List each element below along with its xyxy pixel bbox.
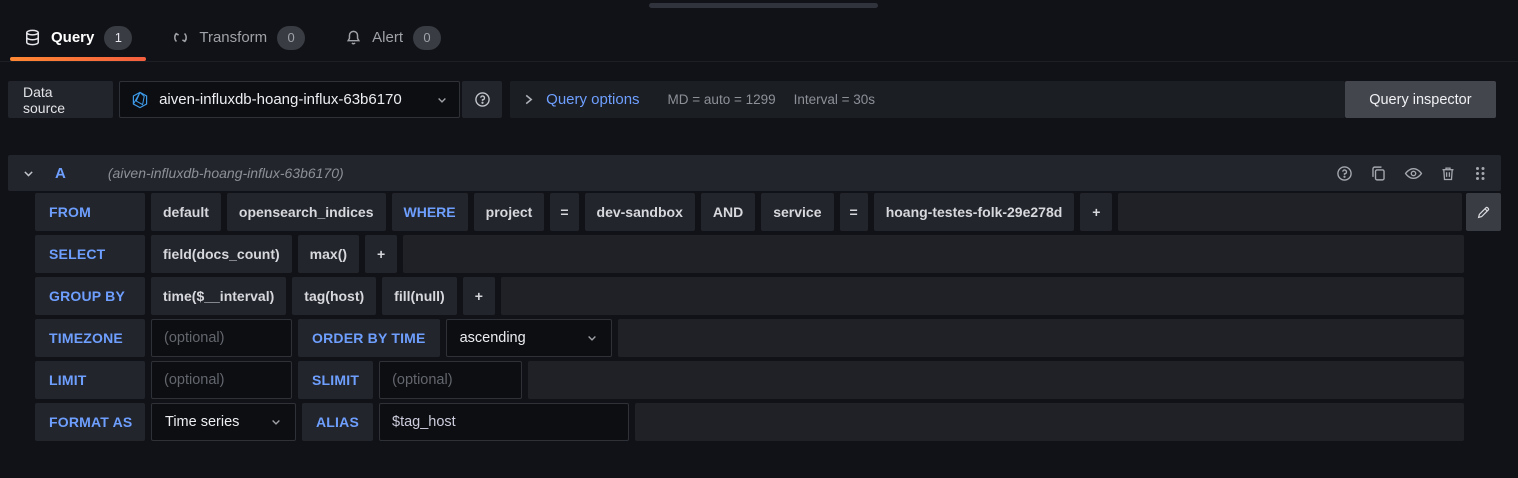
where-tag-key-1[interactable]: project: [474, 193, 545, 231]
query-help-icon[interactable]: [1336, 165, 1353, 182]
group-by-add-button[interactable]: +: [463, 277, 495, 315]
chevron-down-icon: [270, 416, 282, 428]
query-options-bar[interactable]: Query options MD = auto = 1299 Interval …: [510, 81, 1345, 118]
tab-alert-label: Alert: [372, 29, 403, 46]
tab-alert[interactable]: Alert 0: [331, 14, 455, 61]
limit-keyword: LIMIT: [35, 361, 145, 399]
limit-input[interactable]: [151, 361, 292, 399]
query-inspector-button[interactable]: Query inspector: [1345, 81, 1496, 118]
format-as-select[interactable]: Time series: [151, 403, 296, 441]
format-as-keyword: FORMAT AS: [35, 403, 145, 441]
row-filler: [501, 277, 1464, 315]
database-icon: [24, 29, 41, 46]
tab-transform-count: 0: [277, 26, 305, 50]
group-by-keyword: GROUP BY: [35, 277, 145, 315]
datasource-help-button[interactable]: [462, 81, 502, 118]
timezone-keyword: TIMEZONE: [35, 319, 145, 357]
active-tab-underline: [10, 57, 146, 61]
influxql-query-builder: FROM default opensearch_indices WHERE pr…: [35, 193, 1501, 445]
drag-grip-icon[interactable]: [1473, 165, 1487, 182]
timezone-input[interactable]: [151, 319, 292, 357]
where-tag-value-2[interactable]: hoang-testes-folk-29e278d: [874, 193, 1075, 231]
datasource-label: Data source: [8, 81, 113, 118]
toggle-text-edit-mode-button[interactable]: [1466, 193, 1501, 231]
datasource-picker-value: aiven-influxdb-hoang-influx-63b6170: [159, 91, 402, 108]
row-filler: [528, 361, 1464, 399]
query-header[interactable]: A (aiven-influxdb-hoang-influx-63b6170): [8, 155, 1501, 191]
pencil-icon: [1476, 205, 1491, 220]
group-by-time-segment[interactable]: time($__interval): [151, 277, 286, 315]
max-data-points-value: MD = auto = 1299: [668, 92, 776, 107]
chevron-down-icon: [586, 332, 598, 344]
editor-tabbar: Query 1 Transform 0: [0, 0, 1518, 62]
interval-value: Interval = 30s: [794, 92, 875, 107]
bell-icon: [345, 29, 362, 46]
where-operator-2[interactable]: =: [840, 193, 868, 231]
tab-transform-label: Transform: [199, 29, 267, 46]
where-keyword: WHERE: [392, 193, 468, 231]
duplicate-query-icon[interactable]: [1370, 165, 1387, 182]
order-by-time-select[interactable]: ascending: [446, 319, 612, 357]
format-as-value: Time series: [165, 414, 239, 430]
order-by-time-keyword: ORDER BY TIME: [298, 319, 440, 357]
group-by-fill-segment[interactable]: fill(null): [382, 277, 457, 315]
process-arrows-icon: [172, 29, 189, 46]
where-tag-key-2[interactable]: service: [761, 193, 833, 231]
row-filler: [1118, 193, 1462, 231]
where-tag-value-1[interactable]: dev-sandbox: [585, 193, 695, 231]
from-row: FROM default opensearch_indices WHERE pr…: [35, 193, 1501, 231]
where-operator-1[interactable]: =: [550, 193, 578, 231]
datasource-picker[interactable]: aiven-influxdb-hoang-influx-63b6170: [119, 81, 460, 118]
retention-policy-segment[interactable]: default: [151, 193, 221, 231]
timezone-row: TIMEZONE ORDER BY TIME ascending: [35, 319, 1501, 357]
where-condition[interactable]: AND: [701, 193, 755, 231]
measurement-segment[interactable]: opensearch_indices: [227, 193, 386, 231]
query-refid: A: [55, 165, 66, 182]
angle-right-icon: [523, 93, 534, 106]
row-filler: [403, 235, 1464, 273]
alias-keyword: ALIAS: [302, 403, 373, 441]
select-keyword: SELECT: [35, 235, 145, 273]
order-by-time-value: ascending: [460, 330, 526, 346]
group-by-tag-segment[interactable]: tag(host): [292, 277, 376, 315]
remove-query-trash-icon[interactable]: [1440, 165, 1456, 182]
query-options-label: Query options: [546, 91, 639, 108]
query-datasource-hint: (aiven-influxdb-hoang-influx-63b6170): [108, 165, 344, 181]
tab-alert-count: 0: [413, 26, 441, 50]
influxdb-logo: [131, 91, 149, 109]
tab-query-label: Query: [51, 29, 94, 46]
row-filler: [635, 403, 1464, 441]
slimit-input[interactable]: [379, 361, 522, 399]
question-circle-icon: [474, 91, 491, 108]
select-add-button[interactable]: +: [365, 235, 397, 273]
datasource-row: Data source aiven-influxdb-hoang-influx-…: [8, 81, 1496, 118]
slimit-keyword: SLIMIT: [298, 361, 373, 399]
tab-transform[interactable]: Transform 0: [158, 14, 319, 61]
collapse-chevron-icon[interactable]: [22, 167, 35, 180]
group-by-row: GROUP BY time($__interval) tag(host) fil…: [35, 277, 1501, 315]
tab-query-count: 1: [104, 26, 132, 50]
hide-query-eye-icon[interactable]: [1404, 165, 1423, 182]
alias-input[interactable]: [379, 403, 629, 441]
query-actions: [1336, 165, 1487, 182]
chevron-down-icon: [436, 94, 448, 106]
where-add-condition-button[interactable]: +: [1080, 193, 1112, 231]
from-keyword: FROM: [35, 193, 145, 231]
select-aggregation-segment[interactable]: max(): [298, 235, 359, 273]
grafana-panel-editor: Query 1 Transform 0: [0, 0, 1518, 478]
format-as-row: FORMAT AS Time series ALIAS: [35, 403, 1501, 441]
tab-query[interactable]: Query 1: [10, 14, 146, 61]
row-filler: [618, 319, 1464, 357]
limit-row: LIMIT SLIMIT: [35, 361, 1501, 399]
select-row: SELECT field(docs_count) max() +: [35, 235, 1501, 273]
select-field-segment[interactable]: field(docs_count): [151, 235, 292, 273]
